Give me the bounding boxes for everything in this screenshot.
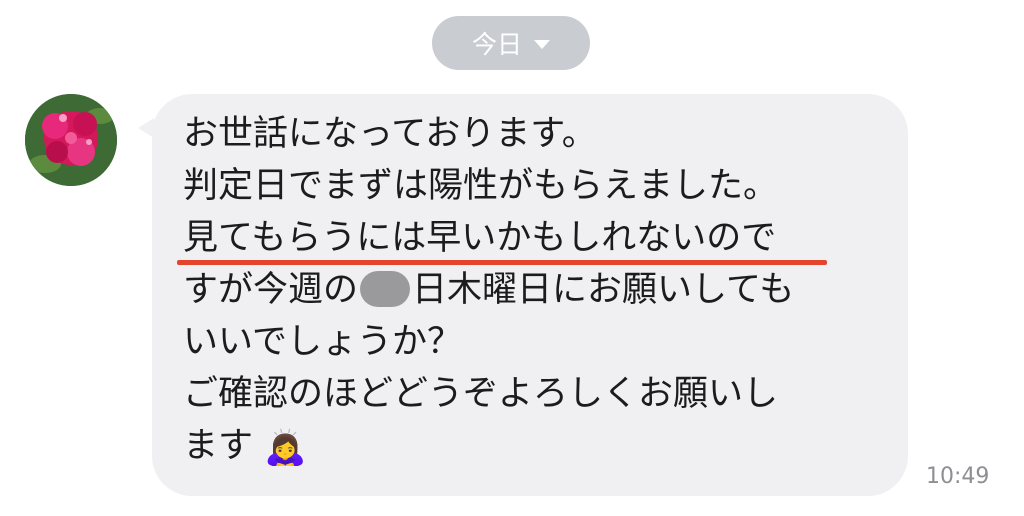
message-fragment: 日木曜日にお願いしても <box>412 270 795 310</box>
message-fragment: すが今週の <box>183 270 359 310</box>
chevron-down-icon <box>534 40 550 49</box>
message-line: いいでしょうか？ <box>183 322 462 362</box>
message-line: すが今週の 日木曜日にお願いしても <box>183 264 883 316</box>
message-line: ご確認のほどどうぞよろしくお願いし <box>183 374 779 414</box>
bowing-person-icon: 🙇‍♀️ <box>264 428 307 468</box>
message-text: お世話になっております。 判定日でまずは陽性がもらえました。 見てもらうには早い… <box>177 108 883 474</box>
avatar[interactable] <box>25 94 117 186</box>
message-line-highlighted: 判定日でまずは陽性がもらえました。 <box>177 160 883 265</box>
redacted-blob <box>360 271 411 307</box>
flower-icon <box>25 94 117 186</box>
message-line: お世話になっております。 <box>183 114 597 154</box>
message-fragment: ます <box>183 426 254 466</box>
message-line: ます 🙇‍♀️ <box>183 420 883 474</box>
message-line: 見てもらうには早いかもしれないので <box>183 218 777 258</box>
date-label: 今日 <box>471 30 522 59</box>
date-filter-button[interactable]: 今日 <box>432 16 590 70</box>
message-timestamp: 10:49 <box>926 464 990 489</box>
